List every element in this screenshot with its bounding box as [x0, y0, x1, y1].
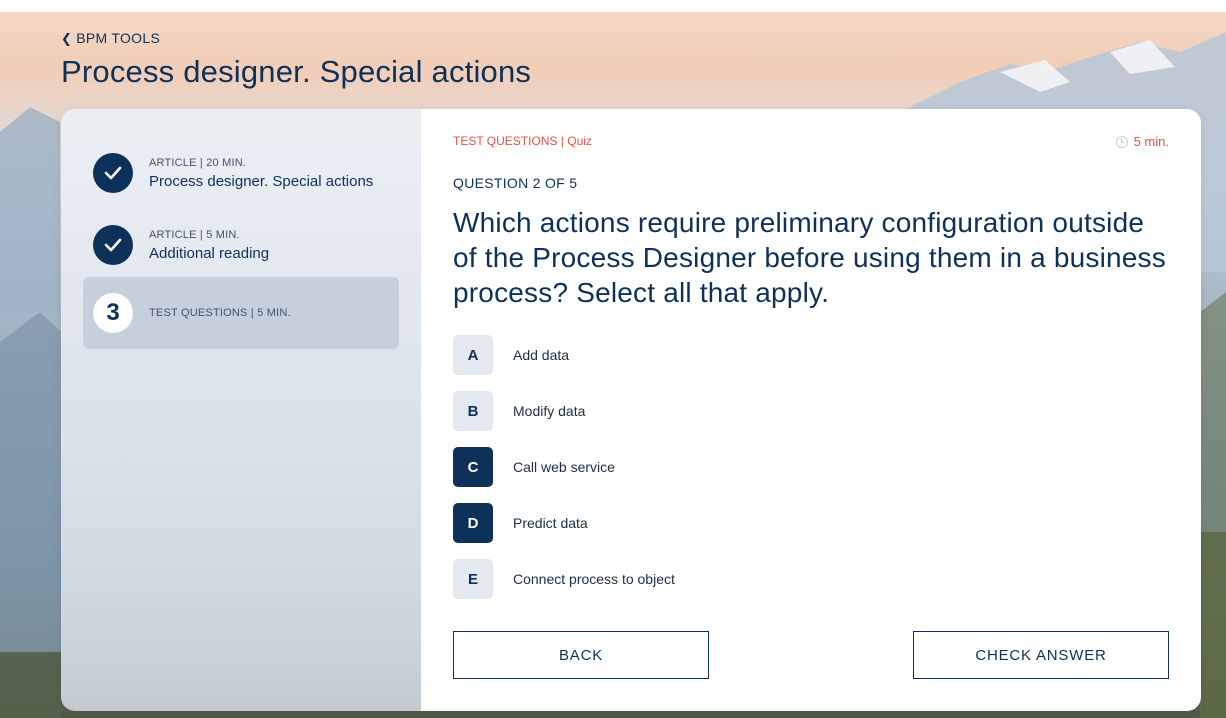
page-title: Process designer. Special actions [61, 54, 532, 89]
step-meta: ARTICLE | 20 MIN. [149, 156, 247, 169]
option-letter: C [453, 447, 493, 487]
step-number-badge: 3 [93, 293, 133, 333]
option-letter: D [453, 503, 493, 543]
option-label: Add data [513, 347, 570, 363]
option-d[interactable]: D Predict data [453, 503, 588, 543]
quiz-duration: 5 min. [1115, 134, 1169, 149]
step-name: Process designer. Special actions [149, 172, 374, 190]
quiz-label: TEST QUESTIONS | Quiz [453, 134, 592, 148]
sidebar-step-2[interactable]: ARTICLE | 5 MIN. Additional reading [83, 209, 399, 281]
quiz-panel: TEST QUESTIONS | Quiz 5 min. QUESTION 2 … [421, 109, 1201, 711]
option-c[interactable]: C Call web service [453, 447, 615, 487]
chevron-left-icon: ❮ [61, 30, 73, 46]
sidebar-step-3[interactable]: 3 TEST QUESTIONS | 5 MIN. [83, 277, 399, 349]
lesson-card: ARTICLE | 20 MIN. Process designer. Spec… [61, 109, 1201, 711]
option-letter: B [453, 391, 493, 431]
option-label: Predict data [513, 515, 588, 531]
option-b[interactable]: B Modify data [453, 391, 585, 431]
back-link-label: BPM TOOLS [76, 30, 161, 46]
back-button[interactable]: BACK [453, 631, 709, 679]
option-a[interactable]: A Add data [453, 335, 569, 375]
option-letter: A [453, 335, 493, 375]
question-counter: QUESTION 2 OF 5 [453, 175, 578, 191]
back-link-bpm-tools[interactable]: ❮ BPM TOOLS [61, 30, 160, 46]
sidebar-step-1[interactable]: ARTICLE | 20 MIN. Process designer. Spec… [83, 137, 399, 209]
question-text: Which actions require preliminary config… [453, 207, 1166, 308]
check-icon [93, 153, 133, 193]
check-answer-button[interactable]: CHECK ANSWER [913, 631, 1169, 679]
option-e[interactable]: E Connect process to object [453, 559, 675, 599]
check-icon [93, 225, 133, 265]
option-label: Connect process to object [513, 571, 675, 587]
option-label: Call web service [513, 459, 615, 475]
option-letter: E [453, 559, 493, 599]
duration-text: 5 min. [1133, 134, 1169, 149]
clock-icon [1115, 135, 1128, 148]
lesson-sidebar: ARTICLE | 20 MIN. Process designer. Spec… [61, 109, 421, 711]
step-meta: ARTICLE | 5 MIN. [149, 228, 240, 241]
option-label: Modify data [513, 403, 586, 419]
step-name: Additional reading [149, 244, 270, 262]
step-meta: TEST QUESTIONS | 5 MIN. [149, 307, 291, 319]
